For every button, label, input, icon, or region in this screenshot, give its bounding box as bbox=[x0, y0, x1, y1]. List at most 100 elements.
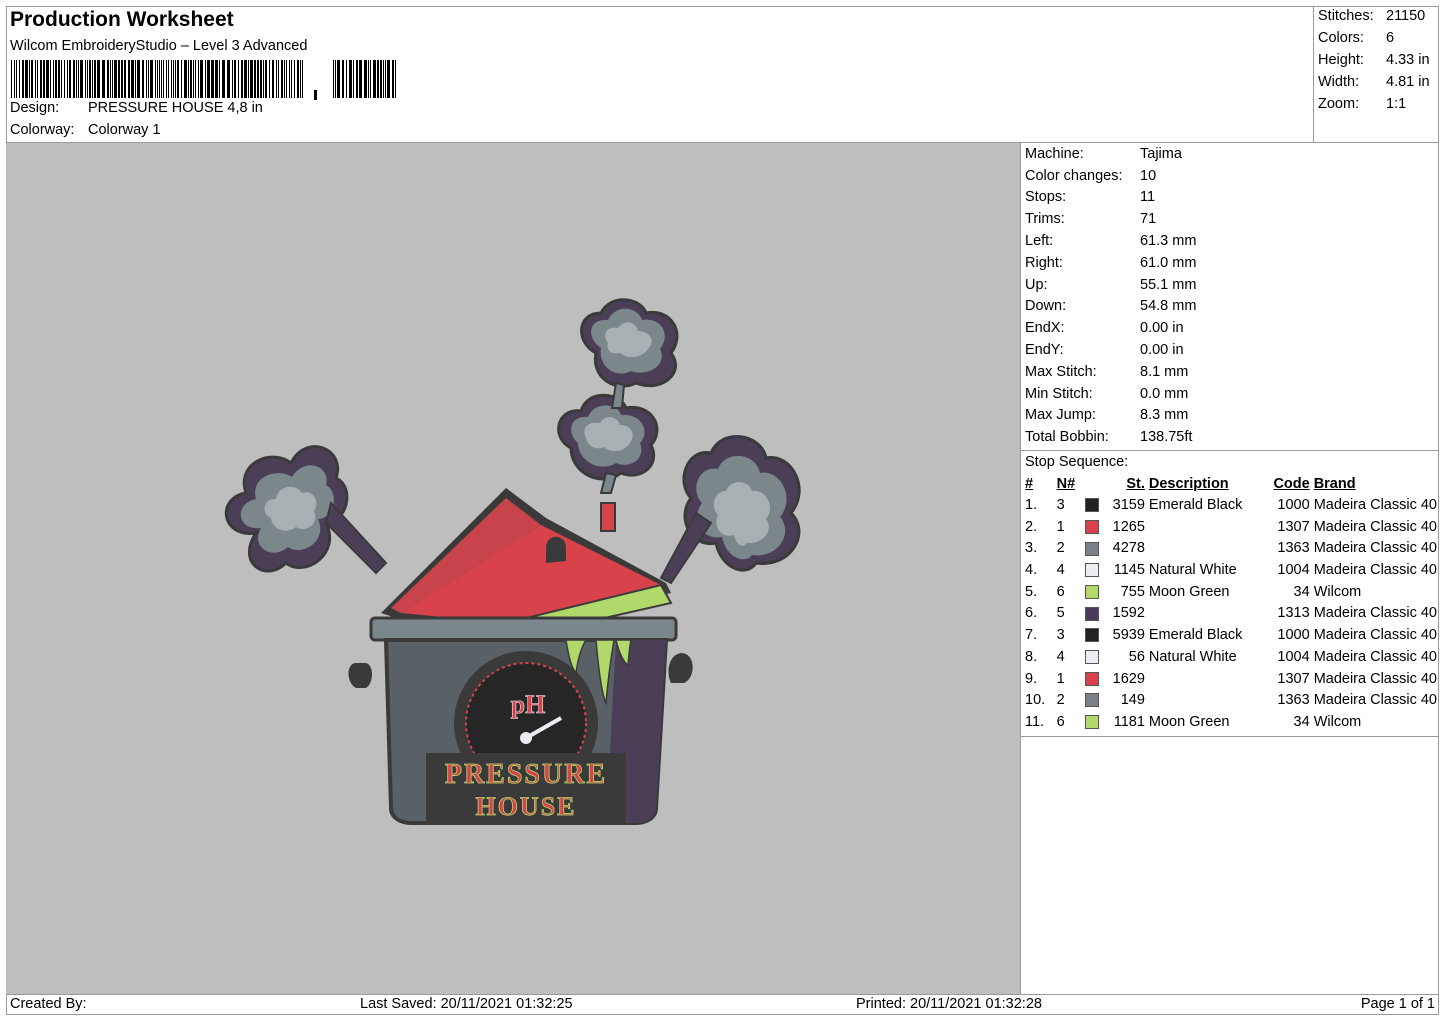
detail-row: Right: 61.0 mm bbox=[1021, 252, 1439, 274]
page-number: Page 1 of 1 bbox=[1360, 996, 1435, 1012]
detail-label: EndX: bbox=[1025, 320, 1065, 337]
col-code: Code bbox=[1273, 475, 1310, 492]
barcode-bar bbox=[16, 60, 17, 98]
detail-value: 11 bbox=[1140, 189, 1156, 206]
row-swatch bbox=[1083, 581, 1105, 603]
barcode-bar bbox=[380, 60, 382, 98]
detail-row: EndY: 0.00 in bbox=[1021, 339, 1439, 361]
detail-label: Trims: bbox=[1025, 211, 1065, 228]
detail-value: 61.0 mm bbox=[1140, 254, 1197, 271]
table-row: 11. 6 1181 Moon Green 34 Wilcom bbox=[1023, 711, 1439, 733]
row-number: 7. bbox=[1025, 627, 1038, 644]
barcode-bar bbox=[135, 60, 136, 98]
barcode-bar bbox=[73, 60, 75, 98]
barcode-bar bbox=[78, 60, 79, 98]
barcode-bar bbox=[181, 60, 182, 98]
barcode-bar bbox=[64, 60, 65, 98]
barcode-bar bbox=[46, 60, 49, 98]
smoke-top-icon bbox=[557, 298, 679, 494]
row-needle: 2 bbox=[1056, 540, 1065, 557]
row-number: 6. bbox=[1025, 605, 1038, 622]
detail-label: Max Stitch: bbox=[1025, 363, 1097, 380]
col-stitches: St. bbox=[1126, 475, 1145, 492]
worksheet-header: Production Worksheet Wilcom EmbroiderySt… bbox=[6, 6, 1314, 143]
row-description: Natural White bbox=[1148, 648, 1237, 665]
row-stitches: 1265 bbox=[1112, 518, 1145, 535]
row-brand: Madeira Classic 40 bbox=[1313, 627, 1437, 644]
row-code: 1307 bbox=[1277, 670, 1310, 687]
barcode-bar bbox=[110, 60, 111, 98]
detail-row: EndX: 0.00 in bbox=[1021, 317, 1439, 339]
row-code: 1000 bbox=[1277, 497, 1310, 513]
logo-line-1: PRESSURE bbox=[445, 759, 607, 790]
thread-color-swatch bbox=[1085, 671, 1100, 686]
row-stitches: 4278 bbox=[1112, 540, 1145, 557]
barcode-bar bbox=[102, 60, 105, 98]
detail-value: 61.3 mm bbox=[1140, 233, 1197, 250]
barcode-bar bbox=[272, 60, 274, 98]
row-stitches: 1629 bbox=[1112, 670, 1145, 687]
row-number: 10. bbox=[1025, 692, 1046, 709]
barcode-bar bbox=[80, 60, 83, 98]
detail-value: 8.1 mm bbox=[1140, 363, 1189, 380]
barcode-bar bbox=[333, 60, 334, 98]
barcode-bar bbox=[11, 60, 12, 98]
row-needle: 3 bbox=[1056, 627, 1065, 644]
row-needle: 6 bbox=[1056, 583, 1065, 600]
barcode-bar bbox=[241, 60, 243, 98]
detail-row: Stops: 11 bbox=[1021, 187, 1439, 209]
row-swatch bbox=[1083, 603, 1105, 625]
barcode-bar bbox=[395, 60, 396, 98]
barcode-bar bbox=[50, 60, 51, 98]
detail-row: Machine: Tajima bbox=[1021, 143, 1439, 165]
thread-color-swatch bbox=[1085, 541, 1100, 556]
barcode-bar bbox=[392, 60, 394, 98]
barcode-bar bbox=[377, 60, 379, 98]
row-number: 3. bbox=[1025, 540, 1038, 557]
row-brand: Madeira Classic 40 bbox=[1313, 670, 1437, 687]
barcode-bar bbox=[207, 60, 210, 98]
detail-value: 0.0 mm bbox=[1140, 385, 1189, 402]
row-code: 1307 bbox=[1277, 518, 1310, 535]
table-row: 6. 5 1592 1313 Madeira Classic 40 bbox=[1023, 603, 1439, 625]
summary-value: 4.81 in bbox=[1386, 74, 1430, 90]
table-row: 8. 4 56 Natural White 1004 Madeira Classic 40 bbox=[1023, 646, 1439, 668]
summary-label: Stitches: bbox=[1318, 8, 1374, 24]
row-swatch bbox=[1083, 624, 1105, 646]
barcode-bar bbox=[244, 60, 247, 98]
barcode-bar bbox=[40, 60, 42, 98]
thread-color-swatch bbox=[1085, 715, 1100, 730]
barcode-bar bbox=[157, 60, 158, 98]
row-code: 1363 bbox=[1277, 540, 1310, 557]
barcode-bar bbox=[85, 60, 86, 98]
row-needle: 4 bbox=[1056, 562, 1065, 579]
thread-color-swatch bbox=[1085, 606, 1100, 621]
barcode-bar bbox=[385, 60, 386, 98]
detail-label: Up: bbox=[1025, 276, 1048, 293]
details-panel: Machine: Tajima Color changes: 10 Stops: 11 Tr… bbox=[1021, 143, 1439, 737]
table-row: 3. 2 4278 1363 Madeira Classic 40 bbox=[1023, 538, 1439, 560]
table-row: 9. 1 1629 1307 Madeira Classic 40 bbox=[1023, 668, 1439, 690]
row-needle: 1 bbox=[1056, 670, 1065, 687]
row-stitches: 5939 bbox=[1112, 627, 1145, 644]
barcode-bar bbox=[76, 60, 77, 98]
barcode-bar bbox=[368, 60, 369, 98]
thread-color-swatch bbox=[1085, 628, 1100, 643]
row-needle: 3 bbox=[1056, 497, 1065, 513]
detail-value: 71 bbox=[1140, 211, 1157, 228]
detail-label: Min Stitch: bbox=[1025, 385, 1093, 402]
barcode-bar bbox=[87, 60, 88, 98]
row-brand: Madeira Classic 40 bbox=[1313, 497, 1437, 513]
barcode-bar bbox=[25, 60, 28, 98]
barcode-bar bbox=[373, 60, 376, 98]
barcode-bar bbox=[198, 60, 199, 98]
row-swatch bbox=[1083, 711, 1105, 733]
detail-label: Color changes: bbox=[1025, 167, 1123, 184]
detail-row: Color changes: 10 bbox=[1021, 165, 1439, 187]
summary-width: Width: 4.81 in bbox=[1318, 74, 1438, 90]
barcode-bar bbox=[43, 60, 45, 98]
row-code: 1363 bbox=[1277, 692, 1310, 709]
barcode-bar bbox=[250, 60, 253, 98]
barcode-bar bbox=[387, 60, 390, 98]
barcode-bar bbox=[257, 60, 259, 98]
